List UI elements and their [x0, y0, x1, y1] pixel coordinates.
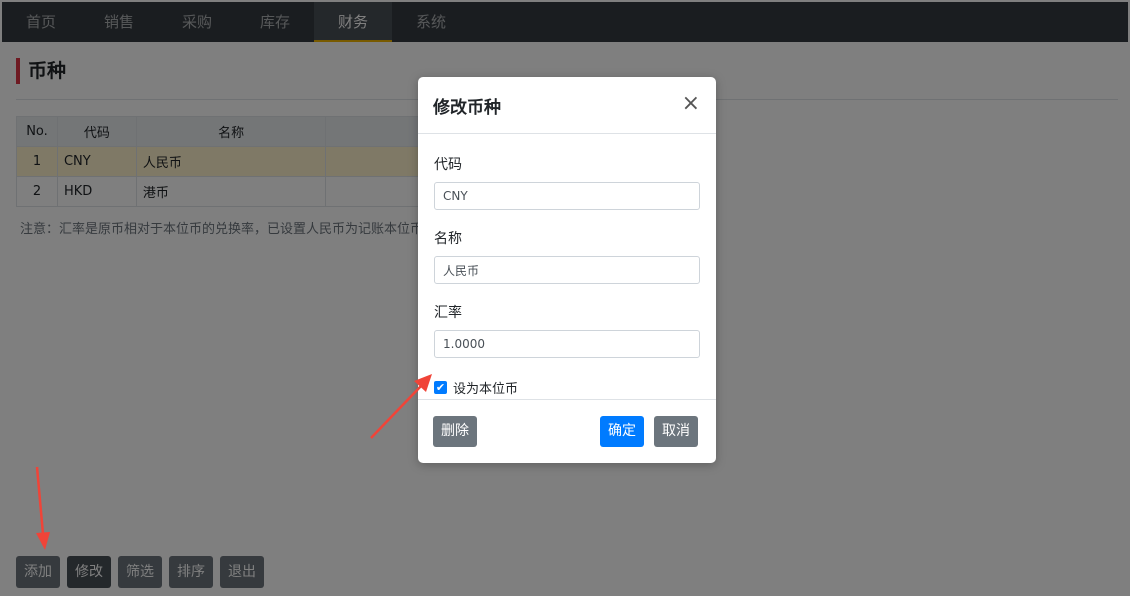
- base-currency-row: ✔ 设为本位币: [434, 378, 700, 397]
- rate-input[interactable]: [434, 330, 700, 358]
- delete-button[interactable]: 删除: [433, 416, 477, 447]
- close-icon[interactable]: ×: [682, 93, 700, 115]
- name-label: 名称: [434, 231, 462, 247]
- code-input[interactable]: [434, 182, 700, 210]
- dialog-header: 修改币种 ×: [418, 77, 716, 134]
- base-currency-label[interactable]: 设为本位币: [453, 378, 518, 397]
- edit-currency-dialog: 修改币种 × 代码 名称 汇率 ✔ 设为本位币 删除 确定 取消: [418, 77, 716, 463]
- name-input[interactable]: [434, 256, 700, 284]
- confirm-button[interactable]: 确定: [600, 416, 644, 447]
- rate-label: 汇率: [434, 305, 462, 321]
- dialog-footer: 删除 确定 取消: [418, 399, 716, 463]
- code-label: 代码: [434, 157, 462, 173]
- base-currency-checkbox[interactable]: ✔: [434, 381, 447, 394]
- dialog-body: 代码 名称 汇率 ✔ 设为本位币: [418, 154, 716, 397]
- dialog-title: 修改币种: [433, 98, 501, 118]
- cancel-button[interactable]: 取消: [654, 416, 698, 447]
